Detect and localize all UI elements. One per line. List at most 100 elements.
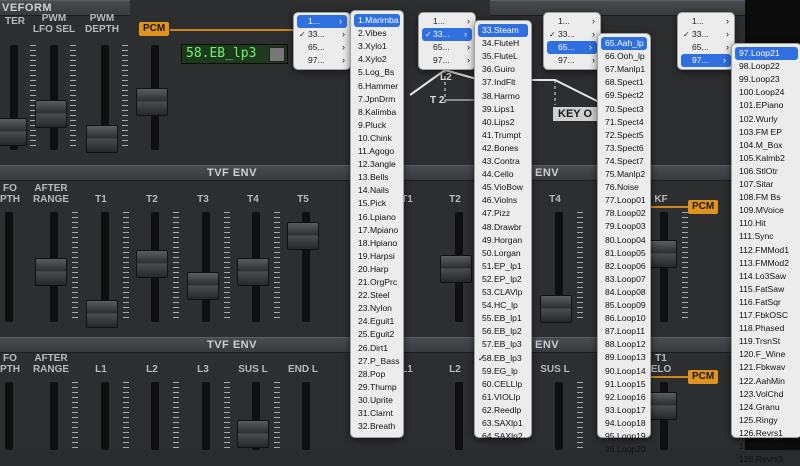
wave-menu-item[interactable]: 86.Loop10 [598,312,650,325]
wave-menu-item[interactable]: 54.HC_lp [475,299,531,312]
wave-menu-item[interactable]: 42.Bones [475,142,531,155]
wave-menu-item[interactable]: 65.Aah_lp [601,37,647,50]
wave-menu-item[interactable]: 55.EB_lp1 [475,312,531,325]
wave-menu-item[interactable]: 102.Wurly [732,113,800,126]
wave-menu-item[interactable]: 22.Steel [351,289,403,302]
wave-menu-item[interactable]: 87.Loop11 [598,325,650,338]
bank-menu-item[interactable]: 97... › [419,54,475,67]
wave-menu-item[interactable]: 10.Chink [351,132,403,145]
wave-menu-item[interactable]: 101.EPiano [732,99,800,112]
slider-knob[interactable] [287,222,319,250]
wave-menu-item[interactable]: 123.VolChd [732,388,800,401]
wave-menu-item[interactable]: 66.Ooh_lp [598,50,650,63]
wave-menu-item[interactable]: 35.FluteL [475,50,531,63]
wave-menu-item[interactable]: 90.Loop14 [598,365,650,378]
wave-menu-item[interactable]: 100.Loop24 [732,86,800,99]
wave-menu-item[interactable]: 52.EP_lp2 [475,273,531,286]
wave-menu-item[interactable]: 32.Breath [351,420,403,433]
slider-knob[interactable] [0,118,27,146]
slider-track[interactable] [302,382,310,450]
wave-menu-item[interactable]: 43.Contra [475,155,531,168]
bank-menu-item[interactable]: 1... › [678,15,734,28]
wave-menu-item[interactable]: 113.FMMod2 [732,257,800,270]
wave-menu-item[interactable]: 118.Phased [732,322,800,335]
wave-menu-item[interactable]: 50.Lorgan [475,247,531,260]
slider-track[interactable] [151,382,159,450]
bank-menu-item[interactable]: 65... › [419,41,475,54]
wave-menu-item[interactable]: 38.Harmo [475,90,531,103]
wave-list-menu-1[interactable]: 1.Marimba 2.Vibes 3.Xylo1 4.Xylo2 5.Log_Bs 6.… [350,10,404,438]
slider-knob[interactable] [440,255,472,283]
wave-menu-item[interactable]: 103.FM EP [732,126,800,139]
wave-menu-item[interactable]: 68.Spect1 [598,76,650,89]
wave-menu-item[interactable]: 44.Cello [475,168,531,181]
wave-menu-item[interactable]: 124.Granu [732,401,800,414]
wave-menu-item[interactable]: 36.Guiro [475,63,531,76]
wave-menu-item[interactable]: 21.OrgPrc [351,276,403,289]
bank-menu-item[interactable]: 1... › [419,15,475,28]
slider-knob[interactable] [86,125,118,153]
wave-menu-item[interactable]: 106.StlOtr [732,165,800,178]
wave-menu-item[interactable]: 19.Harpsi [351,250,403,263]
slider-knob[interactable] [187,272,219,300]
wave-menu-item[interactable]: 126.Revrs1 [732,427,800,440]
wave-menu-item[interactable]: 57.EB_lp3 [475,338,531,351]
wave-menu-item[interactable]: 117.FbkOSC [732,309,800,322]
wave-menu-item[interactable]: 40.Lips2 [475,116,531,129]
wave-menu-item[interactable]: 84.Loop08 [598,286,650,299]
wave-menu-item[interactable]: 53.CLAVlp [475,286,531,299]
wave-menu-item[interactable]: 13.Bells [351,171,403,184]
wave-menu-item[interactable]: 76.Noise [598,181,650,194]
wave-menu-item[interactable]: 91.Loop15 [598,378,650,391]
bank-menu-2[interactable]: 1... › ✓ 33... › 65... › 97... › [418,12,476,70]
slider-knob[interactable] [540,295,572,323]
wave-menu-item[interactable]: 110.Hit [732,217,800,230]
pcm-wave-button[interactable] [269,47,285,62]
bank-menu-item[interactable]: 1... › [544,15,600,28]
bank-menu-3[interactable]: 1... › ✓ 33... › 65... › 97... › [543,12,601,70]
wave-menu-item[interactable]: 108.FM Bs [732,191,800,204]
wave-menu-item[interactable]: 63.SAXlp1 [475,417,531,430]
wave-menu-item[interactable]: 26.Dirt1 [351,342,403,355]
wave-menu-item[interactable]: 104.M_Box [732,139,800,152]
wave-menu-item[interactable]: 105.Kalmb2 [732,152,800,165]
wave-menu-item[interactable]: 112.FMMod1 [732,244,800,257]
wave-menu-item[interactable]: 78.Loop02 [598,207,650,220]
slider-track[interactable] [50,45,58,150]
wave-menu-item[interactable]: 28.Pop [351,368,403,381]
wave-menu-item[interactable]: 127.Revrs2 [732,440,800,453]
bank-menu-item[interactable]: 1... › [297,15,347,28]
wave-menu-item[interactable]: 72.Spect5 [598,129,650,142]
wave-menu-item[interactable]: 17.Mpiano [351,224,403,237]
wave-menu-item[interactable]: 15.Pick [351,197,403,210]
wave-menu-item[interactable]: 31.Clarnt [351,407,403,420]
wave-menu-item[interactable]: 77.Loop01 [598,194,650,207]
wave-menu-item[interactable]: 92.Loop16 [598,391,650,404]
wave-menu-item[interactable]: 49.Horgan [475,234,531,247]
wave-menu-item[interactable]: 125.Ringy [732,414,800,427]
wave-menu-item[interactable]: 120.F_Wine [732,348,800,361]
slider-track[interactable] [5,212,13,322]
wave-menu-item[interactable]: 81.Loop05 [598,247,650,260]
wave-menu-item[interactable]: 82.Loop06 [598,260,650,273]
slider-knob[interactable] [237,258,269,286]
wave-menu-item[interactable]: 79.Loop03 [598,220,650,233]
wave-menu-item[interactable]: 99.Loop23 [732,73,800,86]
wave-list-menu-2[interactable]: 33.Steam 34.FluteH 35.FluteL 36.Guiro 37.Ind… [474,20,532,441]
wave-menu-item[interactable]: 119.TrsnSt [732,335,800,348]
wave-menu-item[interactable]: 115.FatSaw [732,283,800,296]
wave-list-menu-4[interactable]: 97.Loop21 98.Loop22 99.Loop23 100.Loop24 101… [731,43,800,464]
bank-menu-item[interactable]: ✓ 33... › [422,28,472,41]
bank-menu-item[interactable]: ✓ 33... › [294,28,350,41]
wave-menu-item[interactable]: 39.Lips1 [475,103,531,116]
wave-menu-item[interactable]: 30.Uprite [351,394,403,407]
wave-menu-item[interactable]: 48.Drawbr [475,221,531,234]
bank-menu-item[interactable]: 97... › [544,54,600,67]
wave-menu-item[interactable]: 6.Hammer [351,80,403,93]
bank-menu-item[interactable]: 97... › [294,54,350,67]
wave-menu-item[interactable]: 25.Eguit2 [351,328,403,341]
wave-menu-item[interactable]: 109.MVoice [732,204,800,217]
wave-menu-item[interactable]: 3.Xylo1 [351,40,403,53]
wave-menu-item[interactable]: 95.Loop19 [598,430,650,443]
wave-menu-item[interactable]: 93.Loop17 [598,404,650,417]
